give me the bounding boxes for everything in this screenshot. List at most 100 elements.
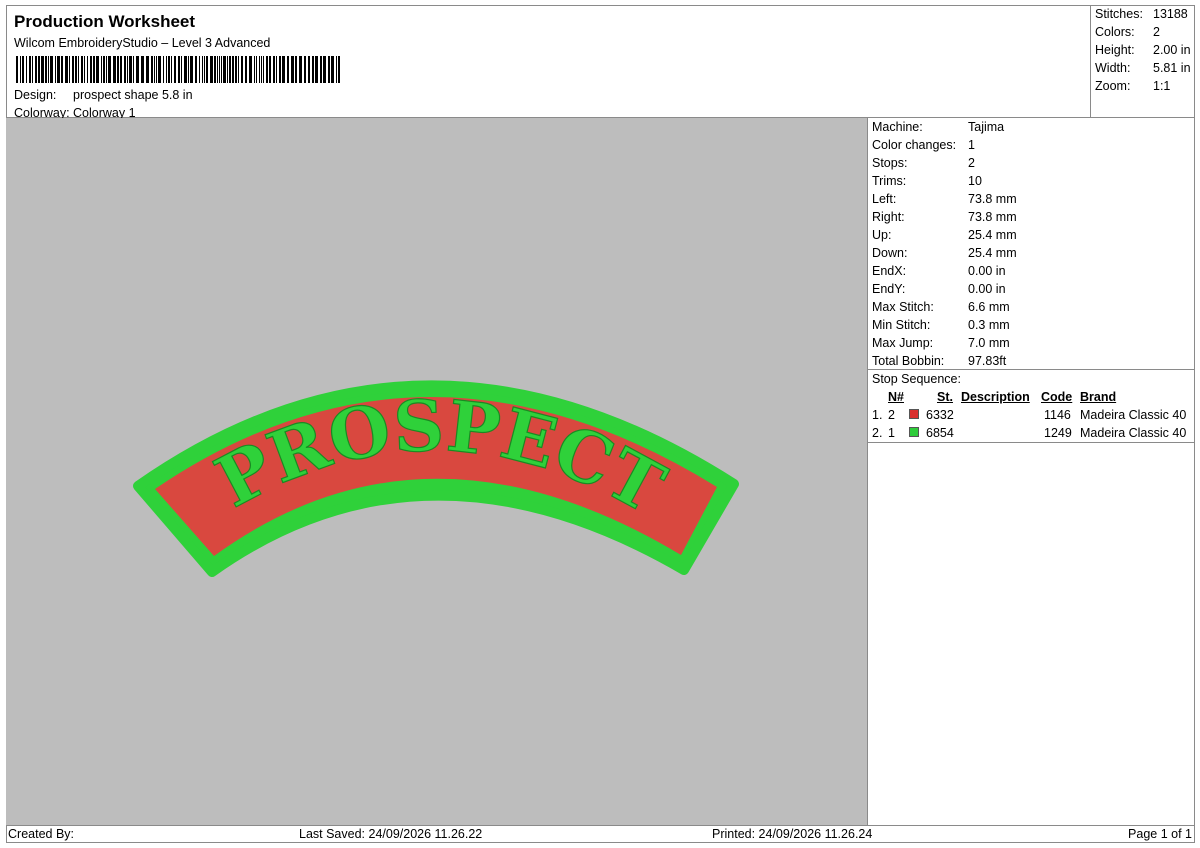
barcode-bar	[210, 56, 213, 83]
machine-info-panel: Machine: Tajima Color changes: 1 Stops: 2 Trim…	[868, 118, 1195, 825]
barcode-bar	[323, 56, 326, 83]
barcode-bar	[336, 56, 337, 83]
created-by: Created By:	[8, 827, 75, 841]
barcode-bar	[328, 56, 330, 83]
barcode-bar	[22, 56, 24, 83]
last-saved: Last Saved: 24/09/2026 11.26.22	[299, 827, 483, 841]
info-label: Total Bobbin:	[872, 354, 945, 368]
row-brand: Madeira Classic 40	[1080, 408, 1187, 422]
info-row: Trims: 10	[872, 174, 982, 188]
barcode-bar	[204, 56, 205, 83]
color-swatch	[909, 409, 919, 419]
barcode-bar	[199, 56, 200, 83]
info-label: Min Stitch:	[872, 318, 931, 332]
info-value: 2	[968, 156, 975, 170]
barcode-bar	[259, 56, 260, 83]
info-value: Tajima	[968, 120, 1005, 134]
row-index: 1.	[872, 408, 883, 422]
barcode-bar	[178, 56, 180, 83]
info-row: Max Stitch: 6.6 mm	[872, 300, 1010, 314]
row-brand: Madeira Classic 40	[1080, 426, 1187, 440]
col-st: St.	[937, 390, 953, 404]
printed-date: Printed: 24/09/2026 11.26.24	[712, 827, 873, 841]
barcode-bar	[101, 56, 102, 83]
barcode-bar	[174, 56, 176, 83]
info-value: 6.6 mm	[968, 300, 1010, 314]
barcode-bar	[129, 56, 132, 83]
barcode-bar	[146, 56, 149, 83]
row-needle: 1	[888, 426, 895, 440]
barcode-bar	[299, 56, 302, 83]
barcode-bar	[50, 56, 53, 83]
barcode-bar	[331, 56, 334, 83]
summary-row: Height: 2.00 in	[1095, 43, 1191, 57]
info-label: Max Stitch:	[872, 300, 934, 314]
info-row: Max Jump: 7.0 mm	[872, 336, 1010, 350]
barcode-bar	[154, 56, 155, 83]
info-row: Down: 25.4 mm	[872, 246, 1017, 260]
info-value: 10	[968, 174, 982, 188]
worksheet-header: Production Worksheet Wilcom EmbroiderySt…	[6, 5, 1091, 120]
summary-row: Zoom: 1:1	[1095, 79, 1171, 93]
barcode-bar	[41, 56, 44, 83]
info-label: EndY:	[872, 282, 906, 296]
info-value: 25.4 mm	[968, 246, 1017, 260]
barcode-bar	[287, 56, 289, 83]
barcode-bar	[279, 56, 281, 83]
row-stitches: 6854	[926, 426, 954, 440]
design-label: Design:	[14, 88, 57, 102]
barcode-bar	[184, 56, 187, 83]
barcode-bar	[219, 56, 220, 83]
info-value: 25.4 mm	[968, 228, 1017, 242]
software-name: Wilcom EmbroideryStudio – Level 3 Advanc…	[14, 36, 271, 50]
barcode-bar	[195, 56, 197, 83]
barcode-bar	[229, 56, 231, 83]
info-row: EndX: 0.00 in	[872, 264, 1006, 278]
barcode-bar	[276, 56, 277, 83]
divider	[868, 442, 1195, 443]
info-label: Left:	[872, 192, 897, 206]
info-label: Trims:	[872, 174, 907, 188]
info-value: 7.0 mm	[968, 336, 1010, 350]
barcode-bar	[48, 56, 49, 83]
barcode-bar	[227, 56, 228, 83]
divider	[868, 369, 1195, 370]
barcode-bar	[235, 56, 237, 83]
barcode-bar	[72, 56, 74, 83]
barcode-bar	[249, 56, 252, 83]
barcode-bar	[261, 56, 262, 83]
info-row: Stops: 2	[872, 156, 975, 170]
barcode-bar	[38, 56, 40, 83]
barcode-bar	[254, 56, 255, 83]
barcode-bar	[133, 56, 134, 83]
barcode-bar	[84, 56, 85, 83]
barcode-bar	[217, 56, 218, 83]
info-label: EndX:	[872, 264, 907, 278]
barcode-bar	[171, 56, 172, 83]
barcode-bar	[291, 56, 294, 83]
barcode-bar	[214, 56, 216, 83]
info-row: Right: 73.8 mm	[872, 210, 1017, 224]
barcode-bar	[163, 56, 164, 83]
info-label: Up:	[872, 228, 892, 242]
barcode-bar	[75, 56, 77, 83]
worksheet-footer: Created By: Last Saved: 24/09/2026 11.26…	[6, 825, 1195, 843]
design-preview: PROSPECT	[6, 118, 868, 825]
info-label: Right:	[872, 210, 905, 224]
col-brand: Brand	[1080, 390, 1117, 404]
barcode-bar	[232, 56, 234, 83]
barcode-bar	[158, 56, 161, 83]
barcode-bar	[168, 56, 170, 83]
row-index: 2.	[872, 426, 883, 440]
barcode-bar	[29, 56, 31, 83]
barcode-bar	[108, 56, 111, 83]
barcode-bar	[124, 56, 126, 83]
barcode-bar	[106, 56, 107, 83]
barcode-bar	[202, 56, 203, 83]
info-row: Machine: Tajima	[872, 120, 1004, 134]
barcode-bar	[78, 56, 79, 83]
barcode-bar	[308, 56, 310, 83]
stop-sequence-title: Stop Sequence:	[872, 372, 961, 386]
barcode-bar	[32, 56, 33, 83]
barcode-bar	[320, 56, 322, 83]
